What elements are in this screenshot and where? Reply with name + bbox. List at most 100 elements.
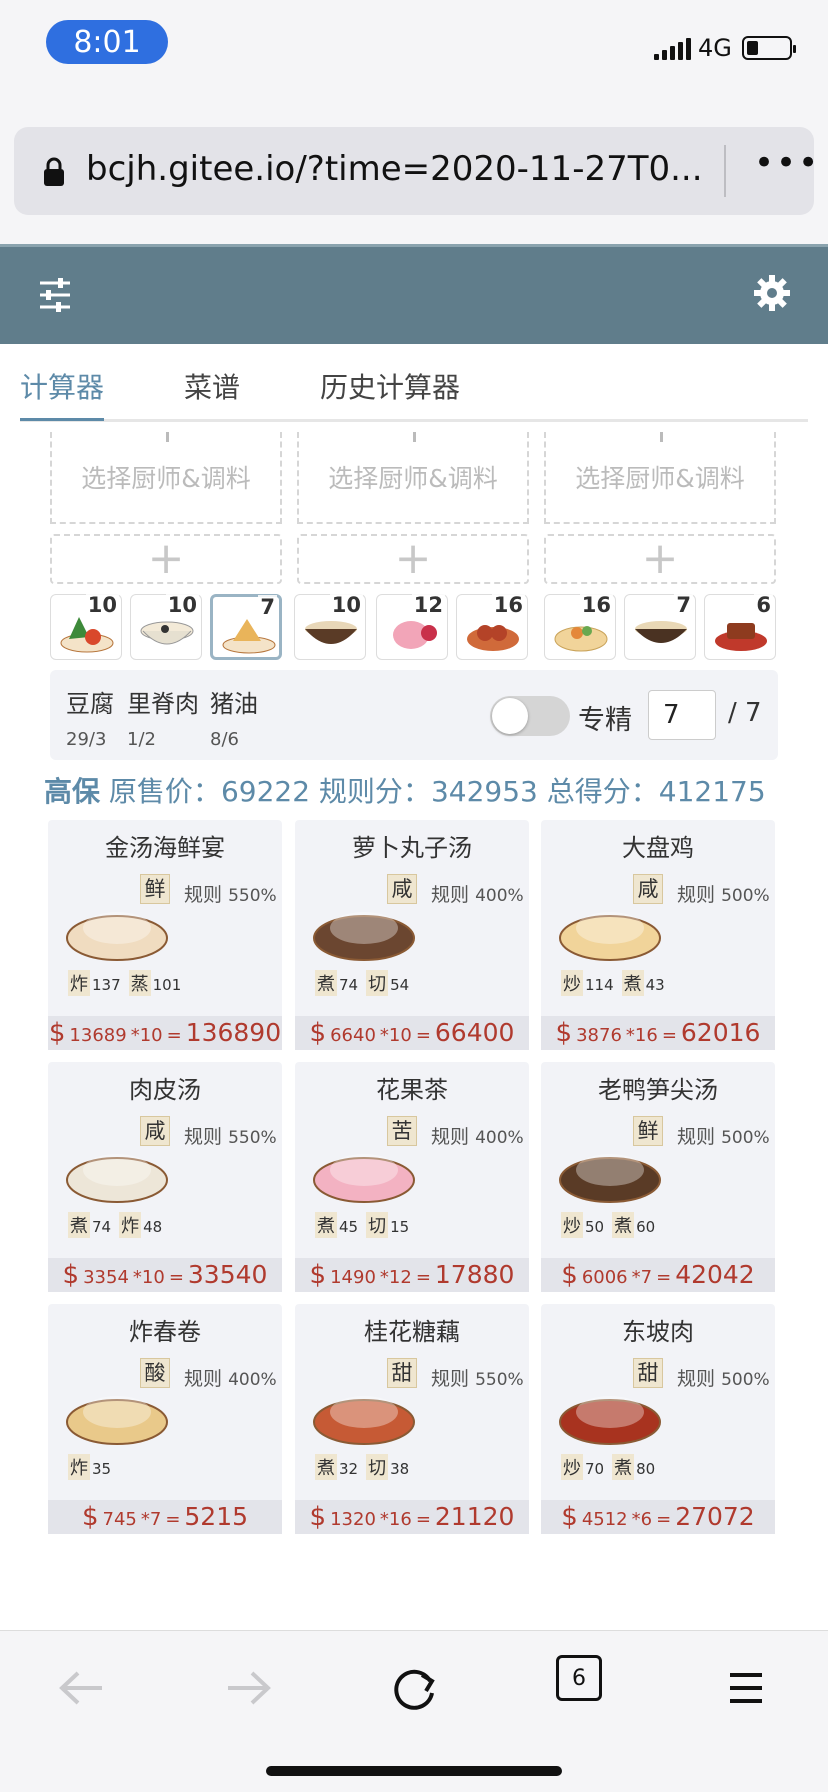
skill-tag: 炸 [68,1454,90,1480]
specialty-input[interactable]: 7 [648,690,716,740]
tab-count-button[interactable]: 6 [556,1655,602,1701]
price-row: $ 3876 *16 = 62016 [541,1016,775,1050]
recipe-thumb[interactable]: 16 [456,593,528,660]
equals-sign: = [656,1267,672,1288]
recipe-thumb[interactable]: 10 [130,593,202,660]
forward-arrow-icon[interactable] [218,1663,278,1713]
dish-card[interactable]: 桂花糖藕 甜 规则 550% 煮 32 切 38 $ 1320 *16 = 21120 [295,1304,529,1534]
recipe-thumb[interactable]: 16 [544,593,616,660]
skill-value: 43 [645,976,665,994]
network-label: 4G [698,34,732,62]
tab-calculator[interactable]: 计算器 [20,366,104,406]
recipe-count: 6 [754,593,773,617]
recipe-thumb[interactable]: 6 [704,593,776,660]
skill-tag: 炒 [561,970,583,996]
dish-name: 炸春卷 [129,1318,201,1346]
recipe-thumb[interactable]: 7 [624,593,696,660]
menu-icon[interactable] [716,1663,776,1713]
more-icon[interactable]: ••• [754,143,820,183]
dish-card[interactable]: 肉皮汤 咸 规则 550% 煮 74 炸 48 $ 3354 *10 = 33540 [48,1062,282,1292]
skill-list: 炒 70 煮 80 [561,1454,655,1480]
rule-multiplier: 规则 550% [184,880,277,907]
url-bar[interactable]: bcjh.gitee.io/?time=2020-11-27T0... ••• [14,127,818,215]
equals-sign: = [415,1267,431,1288]
dish-total: 136890 [185,1018,282,1047]
equals-sign: = [661,1025,677,1046]
dish-card[interactable]: 大盘鸡 咸 规则 500% 炒 114 煮 43 $ 3876 *16 = 62016 [541,820,775,1050]
rule-label: 规则 [431,1126,470,1148]
filter-settings-icon[interactable] [38,277,72,313]
dish-name: 东坡肉 [622,1318,694,1346]
price-row: $ 3354 *10 = 33540 [48,1258,282,1292]
total-score-label: 总得分： [546,775,659,808]
tab-recipes[interactable]: 菜谱 [184,366,240,406]
recipe-count: 7 [674,593,693,617]
rule-label: 规则 [677,1368,716,1390]
dish-card[interactable]: 东坡肉 甜 规则 500% 炒 70 煮 80 $ 4512 *6 = 27072 [541,1304,775,1534]
dish-name: 桂花糖藕 [364,1318,460,1346]
dish-card[interactable]: 萝卜丸子汤 咸 规则 400% 煮 74 切 54 $ 6640 *10 = 6640… [295,820,529,1050]
price-row: $ 6640 *10 = 66400 [295,1016,529,1050]
add-button-3[interactable]: + [544,534,776,584]
rule-multiplier: 规则 550% [431,1364,524,1391]
rule-percent: 400% [475,1128,524,1148]
skill: 切 15 [366,1212,409,1238]
skill-value: 74 [339,976,359,994]
recipe-thumb[interactable]: 10 [294,593,366,660]
skill-list: 炒 50 煮 60 [561,1212,655,1238]
rule-percent: 400% [475,886,524,906]
recipe-thumb[interactable]: 12 [376,593,448,660]
status-bar: 8:01 4G [0,0,828,110]
skill-value: 38 [390,1460,410,1478]
currency-symbol: $ [561,1502,578,1532]
dish-card[interactable]: 老鸭笋尖汤 鲜 规则 500% 炒 50 煮 60 $ 6006 *7 = 42042 [541,1062,775,1292]
total-score: 412175 [658,775,766,808]
dish-card[interactable]: 花果茶 苦 规则 400% 煮 45 切 15 $ 1490 *12 = 17880 [295,1062,529,1292]
skill-list: 煮 32 切 38 [315,1454,409,1480]
specialty-label: 专精 [578,705,632,736]
ingredient-name: 猪油 [210,690,258,718]
chef-slot-3[interactable]: 选择厨师&调料 [544,432,776,524]
app-header [0,244,828,344]
add-button-1[interactable]: + [50,534,282,584]
back-arrow-icon[interactable] [52,1663,112,1713]
recipe-count: 12 [411,593,445,617]
skill: 炒 114 [561,970,614,996]
chef-slot-1[interactable]: 选择厨师&调料 [50,432,282,524]
reload-icon[interactable] [386,1663,446,1713]
recipe-count: 7 [258,595,277,619]
url-text[interactable]: bcjh.gitee.io/?time=2020-11-27T0... [86,149,703,189]
recipe-count: 10 [329,593,363,617]
ingredient-item: 豆腐 29/3 [66,684,114,750]
rule-multiplier: 规则 500% [677,1122,770,1149]
skill-value: 45 [339,1218,359,1236]
equals-sign: = [168,1267,184,1288]
recipe-count: 16 [579,593,613,617]
gear-icon[interactable] [752,273,792,313]
skill: 煮 60 [612,1212,655,1238]
currency-symbol: $ [48,1018,66,1048]
skill-value: 35 [92,1460,112,1478]
skill-list: 煮 74 切 54 [315,970,409,996]
skill-tag: 切 [366,970,389,996]
skill: 煮 74 [315,970,358,996]
chef-slot-2[interactable]: 选择厨师&调料 [297,432,529,524]
recipe-thumb-selected[interactable]: 7 [210,594,282,660]
unit-price: 745 [102,1509,137,1530]
recipe-count: 16 [491,593,525,617]
skill-tag: 煮 [315,970,337,996]
unit-price: 4512 [581,1509,628,1530]
add-button-2[interactable]: + [297,534,529,584]
specialty-toggle[interactable] [490,696,570,736]
recipe-thumb[interactable]: 10 [50,593,122,660]
rule-label: 规则 [677,1126,716,1148]
dish-card[interactable]: 金汤海鲜宴 鲜 规则 550% 炸 137 蒸 101 $ 13689 *10 = 1… [48,820,282,1050]
dish-name: 萝卜丸子汤 [352,834,472,862]
skill-value: 15 [390,1218,410,1236]
unit-price: 13689 [69,1025,127,1046]
tab-history-calculator[interactable]: 历史计算器 [320,366,460,406]
unit-price: 1320 [330,1509,376,1530]
skill: 煮 43 [621,970,665,996]
recipe-count: 10 [165,593,199,617]
dish-card[interactable]: 炸春卷 酸 规则 400% 炸 35 $ 745 *7 = 5215 [48,1304,282,1534]
